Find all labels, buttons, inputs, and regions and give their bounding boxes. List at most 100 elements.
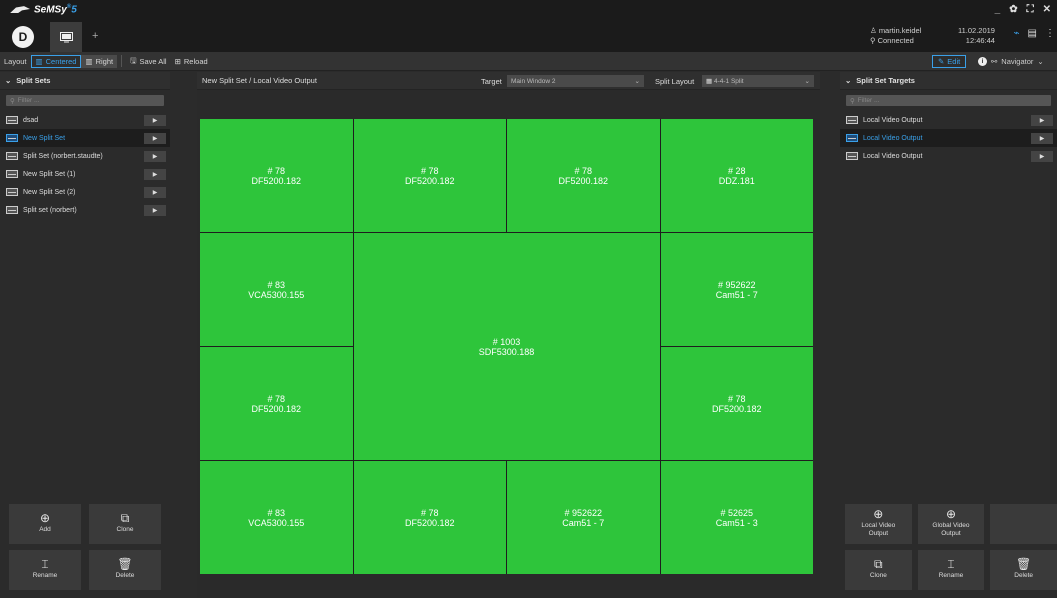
user-info[interactable]: ♙ martin.keidel ⚲ Connected <box>870 26 921 46</box>
notifications-icon[interactable]: ⌁ <box>1014 28 1020 39</box>
connection-icon: ⚲ <box>870 36 878 45</box>
add-local-video-output-button[interactable]: ⊕ Local Video Output <box>845 504 912 544</box>
list-item[interactable]: Local Video Output ▶ <box>840 111 1057 129</box>
tile-camera: VCA5300.155 <box>248 289 305 300</box>
fullscreen-icon[interactable]: ⛶ <box>1027 4 1034 15</box>
pencil-icon: ✎ <box>938 57 945 66</box>
clone-icon: ⧉ <box>874 557 883 571</box>
video-tile[interactable]: # 78 DF5200.182 <box>200 347 353 460</box>
video-tile[interactable]: # 78 DF5200.182 <box>660 347 813 460</box>
list-item[interactable]: Local Video Output ▶ <box>840 129 1057 147</box>
edit-button[interactable]: ✎ Edit <box>932 55 967 68</box>
targets-header[interactable]: ⌄ Split Set Targets <box>840 72 1057 90</box>
grid-layout-icon: ▦ <box>706 78 713 85</box>
search-icon: ⚲ <box>850 97 855 105</box>
brand-name: SeMSy <box>34 4 67 16</box>
logo-mark-icon <box>10 6 30 14</box>
video-output-icon <box>846 134 858 142</box>
clock: 11.02.2019 12:46:44 <box>958 26 995 46</box>
trash-icon: 🗑 <box>117 557 133 571</box>
delete-label: Delete <box>115 572 135 579</box>
video-tile[interactable]: # 952622 Cam51 - 7 <box>507 461 660 574</box>
breadcrumb: New Split Set / Local Video Output <box>202 76 317 85</box>
tab-split-sets[interactable] <box>50 22 82 52</box>
add-label: Add <box>39 526 51 533</box>
video-tile-large[interactable]: # 1003 SDF5300.188 <box>353 233 660 460</box>
play-icon[interactable]: ▶ <box>144 186 166 198</box>
centered-label: Centered <box>45 56 77 66</box>
clone-button[interactable]: ⧉ Clone <box>89 504 161 544</box>
play-icon[interactable]: ▶ <box>144 204 166 216</box>
delete-button[interactable]: 🗑 Delete <box>89 550 161 590</box>
clock-time: 12:46:44 <box>965 36 995 45</box>
centered-layout-icon: ▥ <box>35 56 43 66</box>
tile-number: # 78 <box>267 165 286 176</box>
list-item[interactable]: New Split Set (1) ▶ <box>0 165 170 183</box>
play-icon[interactable]: ▶ <box>144 168 166 180</box>
rename-button[interactable]: ⌶ Rename <box>9 550 81 590</box>
video-tile[interactable]: # 78 DF5200.182 <box>353 119 506 232</box>
split-layout-value: 4-4-1 Split <box>713 78 744 85</box>
layout-label: Layout <box>4 56 27 66</box>
split-set-icon <box>6 206 18 214</box>
app-logo: SeMSy®5 <box>10 4 77 15</box>
close-icon[interactable]: ✕ <box>1043 4 1051 15</box>
info-icon[interactable]: i <box>978 57 987 66</box>
minimize-icon[interactable]: _ <box>995 4 1001 15</box>
reload-button[interactable]: ⊞ Reload <box>171 55 212 68</box>
split-sets-panel: ⌄ Split Sets ⚲ Filter ... dsad ▶ New Split… <box>0 72 170 598</box>
more-icon[interactable]: ⋮ <box>1045 28 1055 39</box>
split-layout-select[interactable]: ▦ 4-4-1 Split ⌄ <box>702 75 814 87</box>
navigator-button[interactable]: i ⚯ Navigator ⌄ <box>978 55 1044 68</box>
target-select[interactable]: Main Window 2 ⌄ <box>507 75 644 87</box>
tile-number: # 952622 <box>564 507 603 518</box>
list-item[interactable]: Local Video Output ▶ <box>840 147 1057 165</box>
clone-target-button[interactable]: ⧉ Clone <box>845 550 912 590</box>
list-item[interactable]: New Split Set (2) ▶ <box>0 183 170 201</box>
local-video-output-label: Local Video Output <box>861 522 896 537</box>
chevron-down-icon: ⌄ <box>804 78 810 85</box>
video-tile[interactable]: # 78 DF5200.182 <box>200 119 353 232</box>
delete-target-button[interactable]: 🗑 Delete <box>990 550 1057 590</box>
play-icon[interactable]: ▶ <box>144 114 166 126</box>
list-item[interactable]: Split set (norbert) ▶ <box>0 201 170 219</box>
home-button[interactable]: D <box>12 26 34 48</box>
collapse-icon: ⌄ <box>845 76 852 85</box>
user-name: martin.keidel <box>878 26 922 35</box>
video-tile[interactable]: # 83 VCA5300.155 <box>200 461 353 574</box>
list-item[interactable]: dsad ▶ <box>0 111 170 129</box>
video-tile[interactable]: # 952622 Cam51 - 7 <box>660 233 813 346</box>
play-icon[interactable]: ▶ <box>144 150 166 162</box>
layout-right-button[interactable]: ▥ Right <box>81 54 118 68</box>
layout-centered-button[interactable]: ▥ Centered <box>30 54 82 68</box>
filter-placeholder: Filter ... <box>857 97 880 104</box>
add-tab-button[interactable]: + <box>92 30 98 42</box>
list-item[interactable]: Split Set (norbert.staudte) ▶ <box>0 147 170 165</box>
messages-icon[interactable]: ▤ <box>1028 28 1037 39</box>
play-icon[interactable]: ▶ <box>1031 114 1053 126</box>
play-icon[interactable]: ▶ <box>1031 132 1053 144</box>
add-global-video-output-button[interactable]: ⊕ Global Video Output <box>917 504 985 544</box>
targets-filter[interactable]: ⚲ Filter ... <box>846 95 1051 106</box>
settings-icon[interactable]: ✿ <box>1009 4 1017 15</box>
split-sets-header[interactable]: ⌄ Split Sets <box>0 72 170 90</box>
clock-date: 11.02.2019 <box>958 26 995 35</box>
save-all-button[interactable]: 🖫 Save All <box>126 55 171 68</box>
video-tile[interactable]: # 78 DF5200.182 <box>507 119 660 232</box>
play-icon[interactable]: ▶ <box>1031 150 1053 162</box>
rename-target-button[interactable]: ⌶ Rename <box>917 550 985 590</box>
video-tile[interactable]: # 83 VCA5300.155 <box>200 233 353 346</box>
reload-icon: ⊞ <box>174 56 181 66</box>
video-tile[interactable]: # 78 DF5200.182 <box>353 461 506 574</box>
rename-icon: ⌶ <box>41 557 49 571</box>
split-sets-filter[interactable]: ⚲ Filter ... <box>6 95 164 106</box>
video-tile[interactable]: # 52625 Cam51 - 3 <box>660 461 813 574</box>
play-icon[interactable]: ▶ <box>144 132 166 144</box>
video-tile[interactable]: # 28 DDZ.181 <box>660 119 813 232</box>
list-item-label: dsad <box>23 116 39 124</box>
list-item[interactable]: New Split Set ▶ <box>0 129 170 147</box>
tile-camera: Cam51 - 3 <box>715 517 758 528</box>
tile-number: # 1003 <box>492 336 521 347</box>
tile-number: # 78 <box>574 165 593 176</box>
add-button[interactable]: ⊕ Add <box>9 504 81 544</box>
